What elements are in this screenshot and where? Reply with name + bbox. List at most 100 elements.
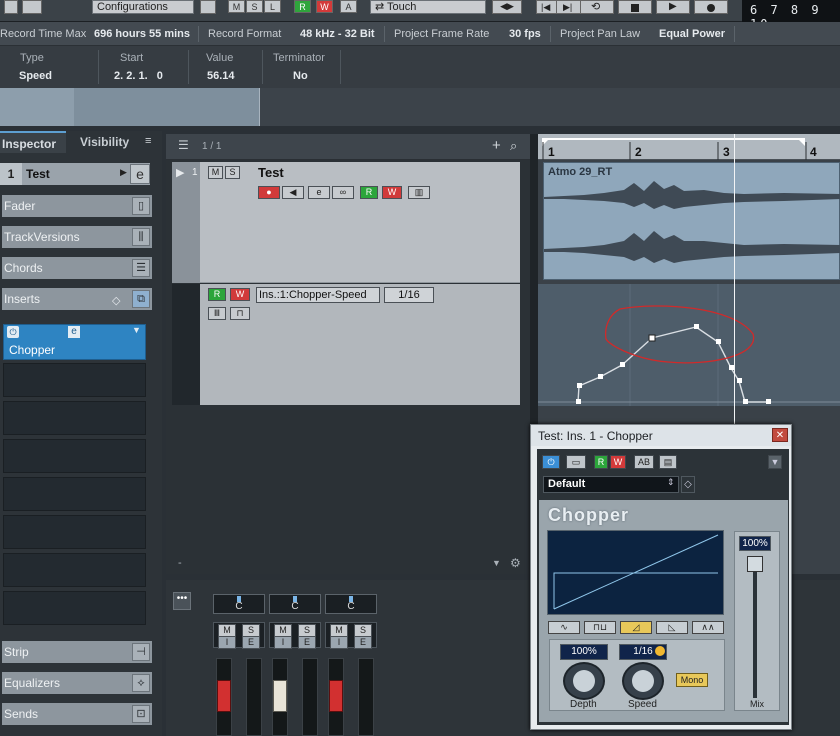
zoom-out-icon[interactable]: -	[178, 557, 182, 569]
write-button[interactable]: W	[230, 288, 250, 301]
add-track-icon[interactable]: +	[492, 137, 501, 154]
plugin-title-bar[interactable]: Test: Ins. 1 - Chopper	[531, 425, 791, 446]
automation-lane-header[interactable]: R W Ins.:1:Chopper-Speed 1/16 Ⅲ ⊓	[200, 284, 520, 405]
mono-button[interactable]: Mono	[676, 673, 708, 687]
preset-field[interactable]: Default	[543, 476, 679, 493]
shape-sine-icon[interactable]: ∿	[548, 621, 580, 634]
chevron-down-icon[interactable]: ▼	[492, 558, 501, 568]
configurations-icon[interactable]	[200, 0, 216, 14]
write-button[interactable]: W	[610, 455, 626, 469]
gear-icon[interactable]: ⚙	[510, 556, 521, 570]
sync-indicator[interactable]	[655, 646, 665, 656]
link-icon[interactable]: ∞	[332, 186, 354, 199]
write-button[interactable]: W	[382, 186, 402, 199]
solo-button[interactable]: S	[225, 166, 240, 179]
automation-mode-dropdown[interactable]: ⇄ Touch	[370, 0, 486, 14]
automation-point[interactable]	[716, 339, 721, 344]
read-all-button[interactable]: R	[294, 0, 311, 13]
audio-event[interactable]: Atmo 29_RT	[543, 162, 840, 280]
shape-triangle-icon[interactable]: ∧∧	[692, 621, 724, 634]
insert-button[interactable]: I	[218, 636, 236, 649]
shape-square-icon[interactable]: ⊓⊔	[584, 621, 616, 634]
depth-knob[interactable]	[563, 662, 605, 700]
automation-point[interactable]	[694, 324, 699, 329]
monitor-button[interactable]: ◀	[282, 186, 304, 199]
section-strip[interactable]: Strip ⊣	[2, 641, 152, 663]
stop-button[interactable]	[618, 0, 652, 14]
tab-visibility[interactable]: Visibility	[80, 131, 140, 153]
record-button[interactable]	[694, 0, 728, 14]
fader-handle[interactable]	[273, 680, 287, 712]
bypass-icon[interactable]: ◇	[112, 290, 120, 312]
configurations-dropdown[interactable]: Configurations	[92, 0, 194, 14]
mix-value[interactable]: 100%	[739, 536, 771, 551]
insert-slot-empty[interactable]	[3, 591, 146, 625]
close-button[interactable]: ✕	[772, 428, 788, 442]
insert-slot-empty[interactable]	[3, 553, 146, 587]
automation-point[interactable]	[737, 378, 742, 383]
chevron-down-icon[interactable]: ▼	[132, 325, 141, 335]
preset-save-icon[interactable]: ◇	[681, 476, 695, 493]
automation-point[interactable]	[743, 399, 748, 404]
value-value[interactable]: 56.14	[207, 70, 235, 82]
section-equalizers[interactable]: Equalizers ⟡	[2, 672, 152, 694]
ab-compare-icon[interactable]: AB	[634, 455, 654, 469]
read-button[interactable]: R	[208, 288, 226, 301]
cycle-button[interactable]: ⟲	[580, 0, 614, 14]
start-value[interactable]: 2. 2. 1. 0	[114, 70, 163, 82]
track1-header[interactable]: M S Test ● ◀ e ∞ R W ▥	[200, 162, 520, 283]
play-button[interactable]: ▶	[656, 0, 690, 14]
mute-button[interactable]: M	[208, 166, 223, 179]
edit-plugin-icon[interactable]: e	[68, 326, 80, 338]
channel-pan[interactable]: C	[325, 594, 377, 614]
eq-button[interactable]: E	[298, 636, 316, 649]
channel-pan[interactable]: C	[269, 594, 321, 614]
search-icon[interactable]: ⌕	[510, 138, 517, 154]
automation-parameter[interactable]: Ins.:1:Chopper-Speed	[256, 287, 380, 303]
insert-slot-empty[interactable]	[3, 401, 146, 435]
section-fader[interactable]: Fader ▯	[2, 195, 152, 217]
depth-value[interactable]: 100%	[560, 644, 608, 660]
preset-menu-icon[interactable]: ▤	[659, 455, 677, 469]
track1-selector[interactable]: ▶ 1	[172, 162, 200, 283]
mute-all-button[interactable]: M	[228, 0, 245, 13]
ruler[interactable]: 1 2 3 4	[538, 134, 840, 160]
eq-button[interactable]: E	[242, 636, 260, 649]
terminator-value[interactable]: No	[293, 70, 308, 82]
project-cursor[interactable]	[734, 134, 735, 424]
fader-handle[interactable]	[217, 680, 231, 712]
track1-name[interactable]: Test	[258, 165, 284, 180]
automation-point[interactable]	[766, 399, 771, 404]
lock-icon[interactable]: ⊓	[230, 307, 250, 320]
shape-saw-down-icon[interactable]: ◺	[656, 621, 688, 634]
automation-point[interactable]	[577, 383, 582, 388]
edit-channel-button[interactable]: e	[308, 186, 330, 199]
record-enable-button[interactable]: ●	[258, 186, 280, 199]
insert-slot-empty[interactable]	[3, 363, 146, 397]
chevron-down-icon[interactable]: ▼	[768, 455, 782, 469]
solo-button[interactable]: S	[246, 0, 263, 13]
edit-channel-icon[interactable]: e	[130, 164, 150, 184]
mix-slider-handle[interactable]	[747, 556, 763, 572]
toolbar-button[interactable]	[4, 0, 18, 14]
section-trackversions[interactable]: TrackVersions ⫼	[2, 226, 152, 248]
shape-saw-up-icon[interactable]: ◿	[620, 621, 652, 634]
arrow-icon[interactable]: ◀▶	[492, 0, 522, 14]
type-value[interactable]: Speed	[19, 70, 52, 82]
write-all-button[interactable]: W	[316, 0, 333, 13]
insert-slot-empty[interactable]	[3, 439, 146, 473]
power-icon[interactable]: ⏻	[7, 326, 19, 338]
menu-icon[interactable]: ≡	[145, 136, 155, 147]
read-button[interactable]: R	[594, 455, 608, 469]
insert-button[interactable]: I	[274, 636, 292, 649]
bypass-icon[interactable]: ▭	[566, 455, 586, 469]
preset-stepper-icon[interactable]: ⇕	[667, 477, 675, 488]
toolbar-button[interactable]	[22, 0, 42, 14]
insert-button[interactable]: I	[330, 636, 348, 649]
automation-lane[interactable]	[538, 284, 840, 406]
track-list-menu-icon[interactable]: ☰	[178, 139, 190, 152]
channel-pan[interactable]: C	[213, 594, 265, 614]
section-chords[interactable]: Chords ☰	[2, 257, 152, 279]
automation-point[interactable]	[598, 374, 603, 379]
automation-point[interactable]	[576, 399, 581, 404]
